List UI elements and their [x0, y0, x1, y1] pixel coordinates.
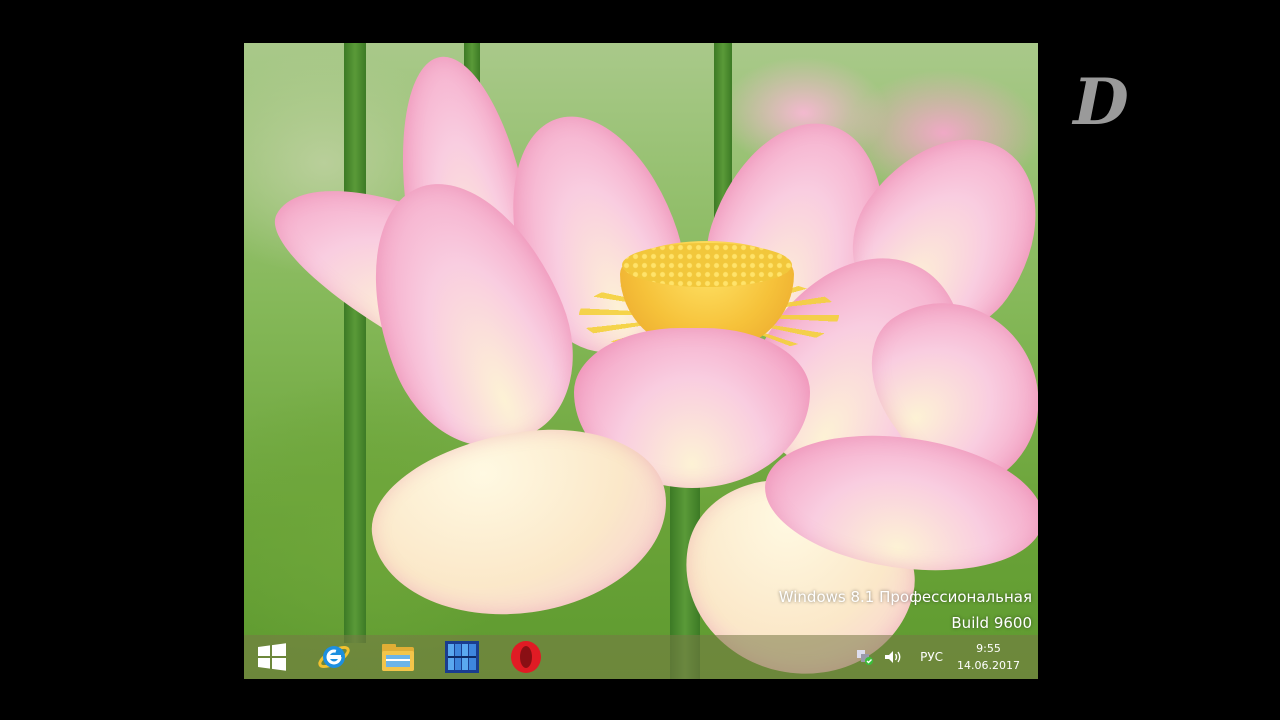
opera-taskbar-button[interactable]	[496, 635, 556, 679]
folder-icon	[382, 644, 414, 671]
taskbar: РУС 9:55 14.06.2017	[244, 635, 1038, 679]
file-explorer-taskbar-button[interactable]	[368, 635, 428, 679]
input-language-indicator[interactable]: РУС	[920, 650, 943, 664]
channel-logo: D	[1073, 65, 1129, 140]
action-center-icon[interactable]	[854, 646, 876, 668]
os-build-watermark: Build 9600	[951, 614, 1032, 632]
volume-icon[interactable]	[882, 646, 904, 668]
system-tray: РУС 9:55 14.06.2017	[854, 635, 1038, 679]
internet-explorer-taskbar-button[interactable]	[304, 635, 364, 679]
desktop[interactable]: Windows 8.1 Профессиональная Build 9600	[244, 43, 1038, 679]
wallpaper	[244, 43, 1038, 679]
library-app-taskbar-button[interactable]	[432, 635, 492, 679]
start-button[interactable]	[244, 635, 300, 679]
clock-time: 9:55	[976, 642, 1001, 655]
internet-explorer-icon	[318, 645, 350, 669]
clock-date: 14.06.2017	[957, 659, 1020, 672]
opera-icon	[511, 641, 541, 673]
clock[interactable]: 9:55 14.06.2017	[957, 640, 1020, 674]
wallpaper-seed-pod-top	[622, 243, 792, 287]
windows-logo-icon	[258, 643, 286, 671]
wallpaper-stem	[344, 43, 366, 643]
library-app-icon	[445, 641, 479, 673]
os-edition-watermark: Windows 8.1 Профессиональная	[778, 588, 1032, 606]
